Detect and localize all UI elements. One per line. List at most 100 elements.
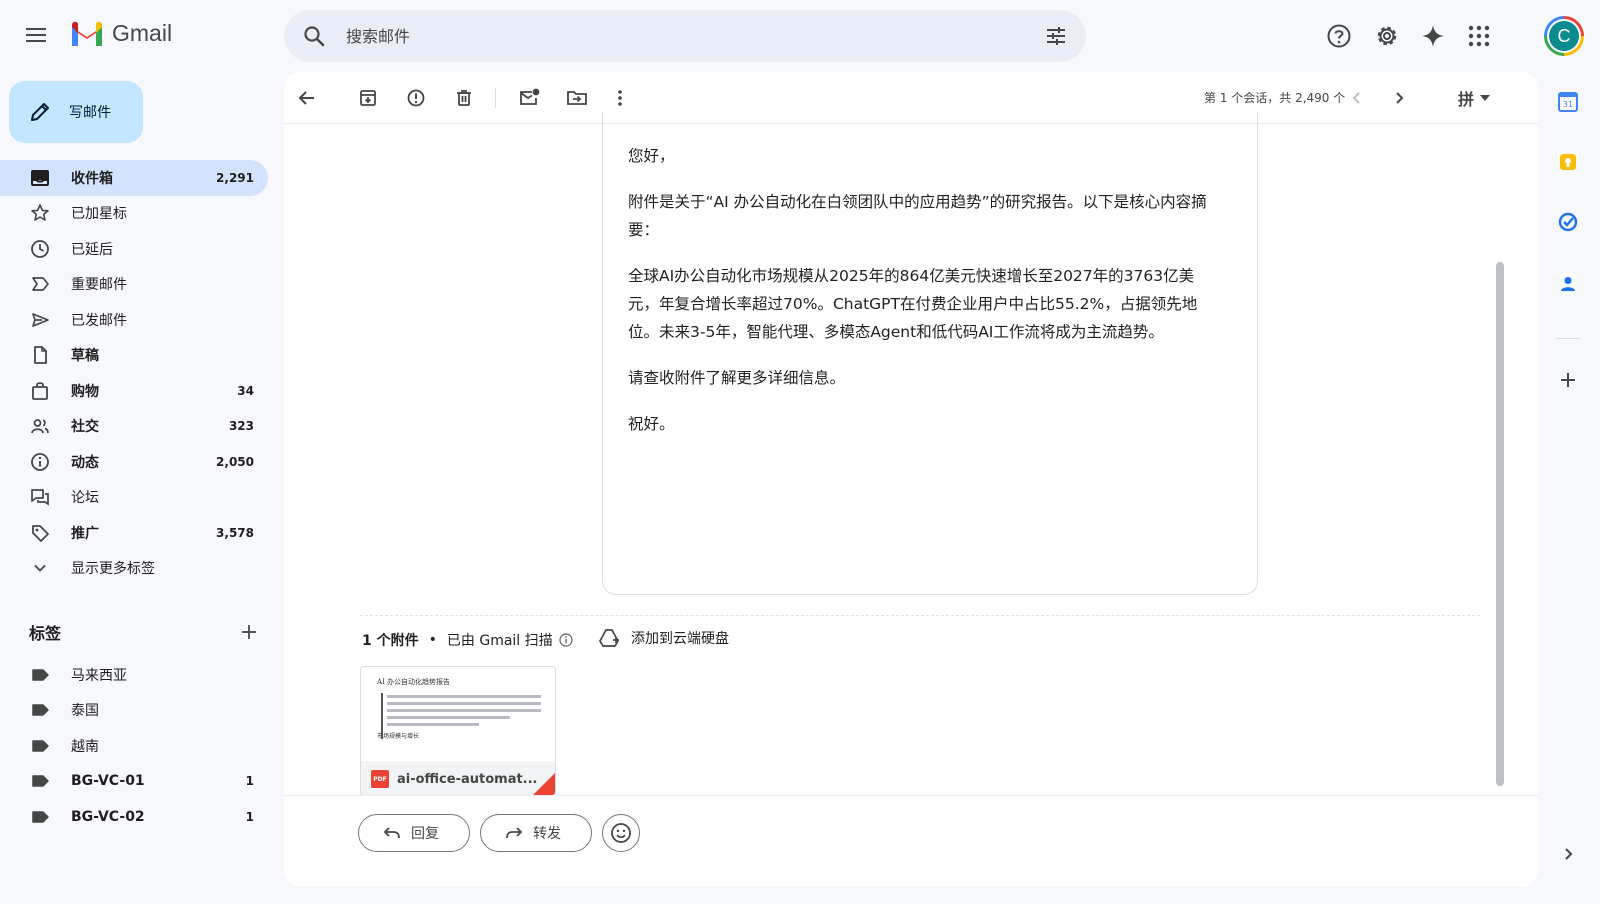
- unread-count: 1: [245, 774, 254, 789]
- gemini-sparkle-icon[interactable]: [1417, 20, 1449, 52]
- labels-title: 标签: [29, 624, 62, 643]
- label-icon: [30, 771, 50, 791]
- attachment-thumbnail: AI 办公自动化趋势报告 市场规模与增长: [361, 667, 555, 761]
- sidebar-item[interactable]: 购物 34: [0, 373, 268, 409]
- newer-chevron-left-icon[interactable]: [1344, 85, 1370, 111]
- unread-count: 1: [245, 809, 254, 824]
- clock-icon: [30, 239, 50, 259]
- help-icon[interactable]: [1323, 20, 1355, 52]
- reply-arrow-icon: [383, 827, 400, 839]
- search-input[interactable]: [346, 20, 1006, 52]
- label-icon: [30, 736, 50, 756]
- conversation-pager-text: 第 1 个会话，共 2,490 个: [1204, 91, 1346, 105]
- settings-gear-icon[interactable]: [1371, 20, 1403, 52]
- message-body: 您好， 附件是关于“AI 办公自动化在白领团队中的应用趋势”的研究报告。以下是核心…: [628, 142, 1208, 456]
- delete-trash-icon[interactable]: [451, 85, 477, 111]
- sidebar-item[interactable]: 收件箱 2,291: [0, 160, 268, 196]
- sidebar-item[interactable]: 已发邮件: [0, 302, 268, 338]
- compose-button[interactable]: 写邮件: [9, 81, 143, 143]
- apps-grid-icon[interactable]: [1463, 20, 1495, 52]
- show-side-panel-chevron-icon[interactable]: [1552, 838, 1584, 870]
- account-avatar[interactable]: C: [1544, 16, 1584, 56]
- forward-arrow-icon: [506, 827, 523, 839]
- sidebar-item[interactable]: 动态 2,050: [0, 444, 268, 480]
- info-icon[interactable]: [559, 633, 573, 647]
- chevron-down-icon: [30, 558, 50, 578]
- pdf-icon: PDF: [371, 770, 389, 788]
- drive-add-icon: [599, 629, 619, 647]
- more-vert-icon[interactable]: [607, 85, 633, 111]
- separator-dot: •: [428, 632, 437, 648]
- unread-count: 34: [237, 383, 254, 398]
- report-spam-icon[interactable]: [403, 85, 429, 111]
- sidebar-item[interactable]: 草稿: [0, 338, 268, 374]
- toolbar-divider: [495, 88, 496, 108]
- message-view: 第 1 个会话，共 2,490 个 拼 您好， 附件是关于“AI 办公自动化在白领…: [284, 72, 1538, 886]
- sidebar-item-label: 社交: [71, 419, 99, 436]
- tasks-icon[interactable]: [1552, 206, 1584, 238]
- emoji-reaction-button[interactable]: [602, 814, 640, 852]
- message-paragraph: 附件是关于“AI 办公自动化在白领团队中的应用趋势”的研究报告。以下是核心内容摘…: [628, 193, 1207, 239]
- label-icon: [30, 807, 50, 827]
- pencil-icon: [31, 103, 49, 121]
- sidebar-item[interactable]: 显示更多标签: [0, 551, 268, 587]
- shopping-icon: [30, 381, 50, 401]
- back-arrow-icon[interactable]: [294, 85, 320, 111]
- gmail-logo[interactable]: Gmail: [70, 20, 172, 47]
- add-to-drive-button[interactable]: 添加到云端硬盘: [599, 628, 729, 648]
- smiley-icon: [611, 823, 631, 843]
- scrollbar[interactable]: [1494, 262, 1506, 786]
- scan-status: 已由 Gmail 扫描: [446, 633, 553, 649]
- dropdown-arrow-icon: [1480, 95, 1491, 101]
- label-icon: [30, 665, 50, 685]
- label-item[interactable]: BG-VC-02 1: [0, 799, 268, 835]
- svg-text:31: 31: [1563, 100, 1573, 109]
- sidebar-item[interactable]: 已加星标: [0, 196, 268, 232]
- search-icon[interactable]: [302, 24, 326, 52]
- add-label-plus-icon[interactable]: [237, 620, 261, 644]
- reply-button[interactable]: 回复: [358, 814, 470, 852]
- label-icon: [30, 700, 50, 720]
- attachments-divider: [360, 615, 1480, 616]
- thumbnail-line: [387, 716, 511, 719]
- sidebar-item[interactable]: 重要邮件: [0, 267, 268, 303]
- archive-icon[interactable]: [355, 85, 381, 111]
- unread-count: 2,050: [216, 454, 254, 469]
- thumbnail-line: [387, 702, 541, 705]
- search-options-icon[interactable]: [1044, 24, 1068, 52]
- label-item[interactable]: 马来西亚: [0, 657, 268, 693]
- sidebar-item[interactable]: 论坛: [0, 480, 268, 516]
- scrollbar-thumb[interactable]: [1496, 262, 1504, 786]
- label-item[interactable]: 越南: [0, 728, 268, 764]
- label-item-label: BG-VC-02: [71, 808, 145, 825]
- move-to-folder-icon[interactable]: [564, 85, 590, 111]
- reply-label: 回复: [411, 826, 439, 842]
- sidebar-nav: 收件箱 2,291 已加星标 已延后 重要邮件 已发邮件草稿购物 34 社交 323 动态 2,05…: [0, 160, 268, 586]
- label-item-label: BG-VC-01: [71, 773, 145, 790]
- label-item-label: 泰国: [71, 703, 99, 720]
- message-paragraph: 请查收附件了解更多详细信息。: [628, 369, 846, 387]
- input-tools-menu[interactable]: 拼: [1458, 86, 1491, 110]
- main-menu-button[interactable]: [24, 24, 48, 48]
- social-icon: [30, 416, 50, 436]
- forums-icon: [30, 487, 50, 507]
- sidebar-item[interactable]: 已延后: [0, 231, 268, 267]
- calendar-icon[interactable]: 31: [1552, 86, 1584, 118]
- sidebar-item-label: 草稿: [71, 348, 99, 365]
- mark-unread-icon[interactable]: [516, 85, 542, 111]
- keep-icon[interactable]: [1552, 146, 1584, 178]
- label-item[interactable]: 泰国: [0, 693, 268, 729]
- add-addon-plus-icon[interactable]: [1552, 364, 1584, 396]
- forward-button[interactable]: 转发: [480, 814, 592, 852]
- contacts-icon[interactable]: [1552, 268, 1584, 300]
- sidebar-item[interactable]: 推广 3,578: [0, 515, 268, 551]
- label-item[interactable]: BG-VC-01 1: [0, 764, 268, 800]
- app-name: Gmail: [112, 20, 173, 46]
- sidebar-item[interactable]: 社交 323: [0, 409, 268, 445]
- older-chevron-right-icon[interactable]: [1386, 85, 1412, 111]
- attachment-filename: ai-office-automat...: [397, 771, 538, 787]
- attachment-card[interactable]: AI 办公自动化趋势报告 市场规模与增长 PDF ai-office-autom…: [360, 666, 556, 796]
- label-item-label: 越南: [71, 738, 99, 755]
- labels-header: 标签: [29, 620, 261, 644]
- gmail-logo-icon: [72, 21, 102, 46]
